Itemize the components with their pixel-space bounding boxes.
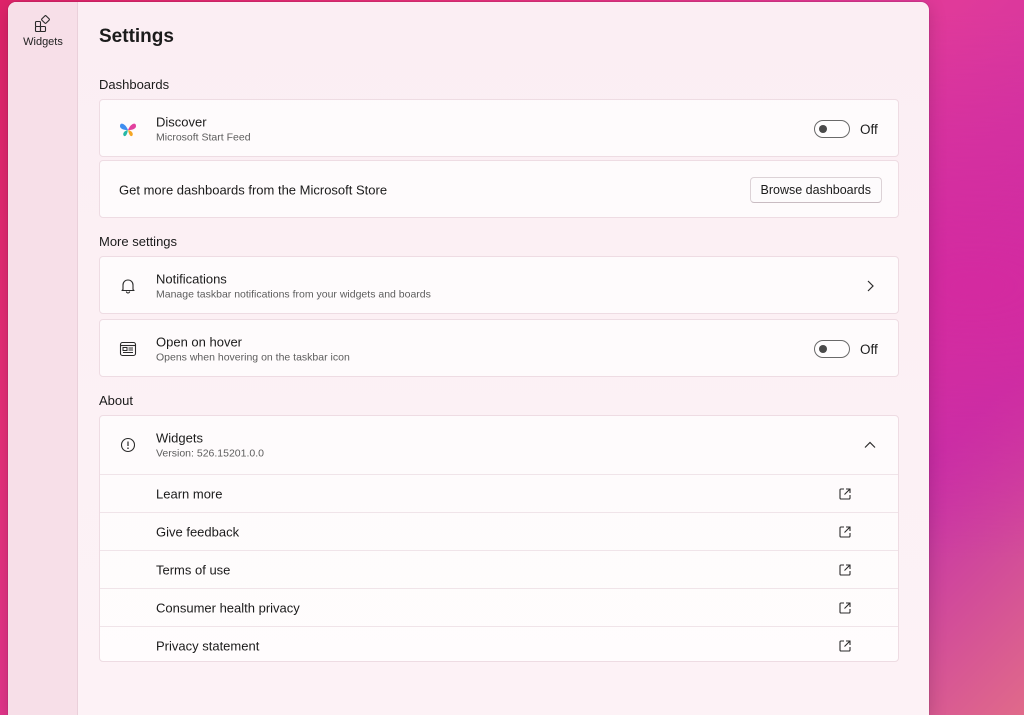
store-text: Get more dashboards from the Microsoft S… [119,182,388,198]
discover-toggle-group: Off [814,120,882,138]
page-title: Settings [99,26,174,47]
link-privacy-statement[interactable]: Privacy statement [100,626,898,664]
external-link-icon [839,487,851,500]
discover-subtitle: Microsoft Start Feed [156,131,251,144]
discover-toggle[interactable] [814,120,850,138]
discover-title: Discover [156,114,207,130]
hover-title: Open on hover [156,334,243,350]
external-link-icon [839,639,851,652]
notifications-subtitle: Manage taskbar notifications from your w… [156,288,431,301]
hover-card: Open on hover Opens when hovering on the… [99,319,899,377]
hover-text: Open on hover Opens when hovering on the… [156,335,350,364]
discover-toggle-state: Off [860,121,878,137]
store-card: Get more dashboards from the Microsoft S… [99,160,899,218]
bell-icon [118,276,138,296]
hover-toggle[interactable] [814,340,850,358]
link-learn-more[interactable]: Learn more [100,474,898,512]
nav-rail: Widgets [8,2,78,715]
notifications-text: Notifications Manage taskbar notificatio… [156,272,431,301]
widgets-icon [34,15,50,33]
about-version: Version: 526.15201.0.0 [156,447,265,460]
notifications-card[interactable]: Notifications Manage taskbar notificatio… [99,256,899,314]
external-link-icon [839,525,851,538]
about-header[interactable]: Widgets Version: 526.15201.0.0 [100,416,898,474]
link-label: Give feedback [156,524,240,539]
browse-dashboards-button[interactable]: Browse dashboards [749,177,882,203]
hover-panel-icon [118,339,138,359]
toggle-knob [819,125,827,133]
about-card: Widgets Version: 526.15201.0.0 Learn mor… [99,415,899,662]
link-give-feedback[interactable]: Give feedback [100,512,898,550]
settings-window: Widgets Settings Dashboards Discover Mic… [8,2,929,715]
about-text: Widgets Version: 526.15201.0.0 [156,431,264,460]
rail-item-widgets[interactable]: Widgets [13,10,73,60]
link-label: Learn more [156,486,223,501]
hover-subtitle: Opens when hovering on the taskbar icon [156,351,350,364]
butterfly-icon [118,119,138,139]
rail-item-label: Widgets [23,36,63,48]
section-title-dashboards: Dashboards [99,77,170,92]
discover-text: Discover Microsoft Start Feed [156,115,251,144]
hover-toggle-group: Off [814,340,882,358]
link-label: Consumer health privacy [156,600,300,615]
notifications-title: Notifications [156,271,227,287]
chevron-right-icon[interactable] [862,278,878,294]
external-link-icon [839,601,851,614]
info-icon [118,435,138,455]
chevron-up-icon[interactable] [862,437,878,453]
about-title: Widgets [156,430,203,446]
link-terms-of-use[interactable]: Terms of use [100,550,898,588]
discover-card: Discover Microsoft Start Feed Off [99,99,899,157]
toggle-knob [819,345,827,353]
section-title-about: About [99,393,133,408]
link-label: Privacy statement [156,638,260,653]
link-consumer-health-privacy[interactable]: Consumer health privacy [100,588,898,626]
external-link-icon [839,563,851,576]
hover-toggle-state: Off [860,341,878,357]
section-title-more-settings: More settings [99,234,178,249]
link-label: Terms of use [156,562,231,577]
